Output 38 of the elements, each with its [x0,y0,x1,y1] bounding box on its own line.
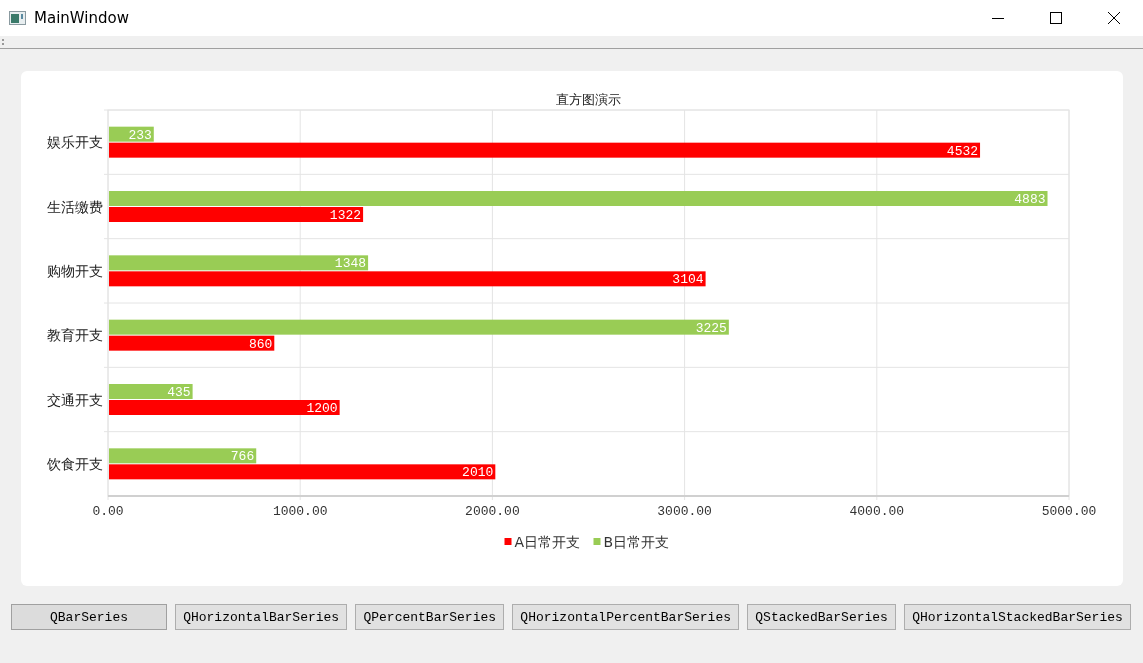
app-icon [9,11,26,25]
category-label: 教育开支 [47,327,103,344]
bar-value-label: 435 [167,385,191,400]
category-label: 交通开支 [47,391,103,408]
series-type-button[interactable]: QBarSeries [11,604,167,630]
bar-value-label: 3104 [672,272,704,288]
bar-value-label: 3225 [695,320,727,336]
axis-tick-label: 3000.00 [657,504,712,519]
window-title: MainWindow [34,9,129,27]
category-label: 娱乐开支 [47,134,103,151]
axis-tick-label: 0.00 [92,504,124,519]
bar-value-label: 4532 [946,143,979,159]
series-type-button[interactable]: QHorizontalStackedBarSeries [904,604,1131,630]
chart-title: 直方图演示 [556,92,621,107]
bar-value-label: 1348 [334,256,367,272]
legend-label: A日常开支 [514,534,581,550]
maximize-icon [1050,12,1062,24]
category-label: 饮食开支 [47,455,103,472]
legend-label: B日常开支 [603,534,670,550]
bar-value-label: 1200 [306,401,338,416]
bar-value-label: 1322 [329,208,362,223]
bar-value-label: 860 [248,336,273,352]
axis-tick-label: 2000.00 [465,504,520,519]
series-type-button[interactable]: QHorizontalPercentBarSeries [512,604,740,630]
category-label: 购物开支 [47,262,103,279]
bar-value-label: 2010 [462,465,494,481]
bar-value-label: 766 [230,449,255,465]
bar-value-label: 233 [128,127,152,143]
series-type-button[interactable]: QPercentBarSeries [355,604,505,630]
axis-tick-label: 1000.00 [272,504,328,519]
bar-value-label: 4883 [1014,192,1046,207]
axis-tick-label: 5000.00 [1041,504,1097,519]
series-type-button[interactable]: QHorizontalBarSeries [175,604,348,630]
category-label: 生活缴费 [47,198,103,215]
axis-tick-label: 4000.00 [849,504,905,519]
series-type-button[interactable]: QStackedBarSeries [747,604,897,630]
toolbar-handle-icon[interactable] [2,38,5,46]
close-icon [1108,12,1120,24]
